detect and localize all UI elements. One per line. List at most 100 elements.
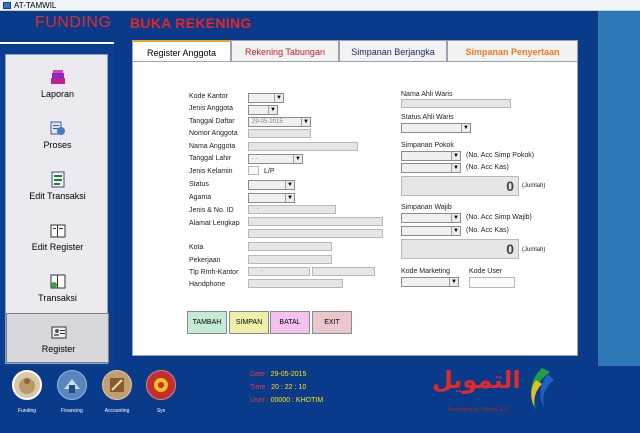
sidebar-item-label: Laporan <box>40 89 75 99</box>
sidebar-item-laporan[interactable]: Laporan <box>6 59 109 109</box>
tab-simpanan-penyertaan[interactable]: Simpanan Penyertaan <box>447 40 578 62</box>
jenis-anggota-select[interactable]: ▼ <box>248 105 278 115</box>
app-icon <box>3 2 11 9</box>
status-ahli-waris-select[interactable]: ▼ <box>401 123 471 133</box>
simpan-button[interactable]: SIMPAN <box>229 311 269 334</box>
label-simpanan-wajib: Simpanan Wajib <box>401 204 452 211</box>
chevron-down-icon: ▼ <box>461 124 470 132</box>
time-display: Time : 20 : 22 : 10 <box>250 384 307 391</box>
sidebar-header-title: FUNDING <box>35 14 112 31</box>
acc-kas-select-1[interactable]: ▼ <box>401 163 461 173</box>
tab-simpanan-berjangka[interactable]: Simpanan Berjangka <box>339 40 447 62</box>
jenis-kelamin-field[interactable] <box>248 166 259 175</box>
tlp-value: - <box>261 268 263 274</box>
handphone-field[interactable] <box>248 279 343 288</box>
sidebar-item-label: Edit Transaksi <box>29 191 86 201</box>
status-select[interactable]: ▼ <box>248 180 295 190</box>
agama-select[interactable]: ▼ <box>248 193 295 203</box>
label-simpanan-pokok: Simpanan Pokok <box>401 142 454 149</box>
funding-icon <box>19 378 35 394</box>
acc-simp-wajib-select[interactable]: ▼ <box>401 213 461 223</box>
date-value: 29-05-2015 <box>270 371 307 378</box>
tlp-rumah-field[interactable]: - <box>248 267 310 276</box>
label-status-ahli-waris: Status Ahli Waris <box>401 114 454 121</box>
process-icon <box>50 121 65 135</box>
acc-kas-select-2[interactable]: ▼ <box>401 226 461 236</box>
register-icon <box>51 326 67 339</box>
label-no-acc-simp-pokok: (No. Acc Simp Pokok) <box>466 152 535 159</box>
decorative-strip <box>598 11 640 366</box>
jumlah-wajib-field[interactable]: 0 <box>401 239 519 259</box>
acc-simp-pokok-select[interactable]: ▼ <box>401 151 461 161</box>
kode-marketing-select[interactable]: ▼ <box>401 277 459 287</box>
tamwil-logo: التمويل Developed by : Dhana S.N <box>430 364 555 416</box>
kota-field[interactable] <box>248 242 332 251</box>
tanggal-lahir-picker[interactable]: - - ▼ <box>248 154 303 164</box>
window-title: AT-TAMWIL <box>14 1 57 10</box>
label-alamat-lengkap: Alamat Lengkap <box>189 220 240 227</box>
batal-button[interactable]: BATAL <box>270 311 310 334</box>
chevron-down-icon: ▼ <box>451 227 460 235</box>
nama-anggota-field[interactable] <box>248 142 358 151</box>
chevron-down-icon: ▼ <box>268 106 277 114</box>
sidebar-item-label: Proses <box>43 140 72 150</box>
label-kode-marketing: Kode Marketing <box>401 268 451 275</box>
transaction-icon <box>50 274 66 289</box>
financing-module-button[interactable] <box>57 370 87 400</box>
sidebar-item-register[interactable]: Register <box>6 313 109 363</box>
chevron-down-icon: ▼ <box>293 155 302 163</box>
accounting-icon <box>110 378 124 392</box>
jenis-no-id-value: - <box>257 206 259 212</box>
nama-ahli-waris-field[interactable] <box>401 99 511 108</box>
edit-transaction-icon <box>51 171 65 188</box>
sidebar-item-edit-transaksi[interactable]: Edit Transaksi <box>6 161 109 211</box>
window-titlebar: AT-TAMWIL <box>0 0 640 11</box>
accounting-module-label: Accounting <box>104 408 130 414</box>
time-hours: 20 <box>271 384 279 391</box>
tab-rekening-tabungan[interactable]: Rekening Tabungan <box>231 40 339 62</box>
label-jumlah-1: (Jumlah) <box>522 183 546 189</box>
alamat-line-1[interactable] <box>248 217 383 226</box>
jumlah-pokok-field[interactable]: 0 <box>401 176 519 196</box>
user-label: User : <box>250 397 269 404</box>
user-value: 00000 : KHOTIM <box>270 397 324 404</box>
tlp-kantor-field[interactable] <box>312 267 375 276</box>
date-label: Date : <box>250 371 269 378</box>
label-kode-kantor: Kode Kantor <box>189 93 228 100</box>
sidebar-item-label: Transaksi <box>38 293 77 303</box>
sidebar-item-proses[interactable]: Proses <box>6 110 109 160</box>
sidebar-item-label: Edit Register <box>31 242 84 252</box>
jenis-kelamin-hint: L/P <box>264 168 275 175</box>
alamat-line-2[interactable] <box>248 229 383 238</box>
sidebar-item-transaksi[interactable]: Transaksi <box>6 263 109 313</box>
kode-kantor-select[interactable]: ▼ <box>248 93 284 103</box>
label-agama: Agama <box>189 194 212 201</box>
tanggal-daftar-picker[interactable]: 29-05-2015 ▼ <box>248 117 311 127</box>
funding-module-button[interactable] <box>12 370 42 400</box>
logo-text: التمويل <box>432 366 521 394</box>
sidebar-item-label: Register <box>41 344 76 354</box>
label-tanggal-lahir: Tanggal Lahir <box>189 155 232 162</box>
kode-user-field[interactable] <box>469 277 515 288</box>
label-kota: Kota <box>189 244 204 251</box>
exit-button[interactable]: EXIT <box>312 311 352 334</box>
tab-register-anggota[interactable]: Register Anggota <box>132 40 231 63</box>
time-seconds: 10 <box>298 384 307 391</box>
jenis-no-id-field[interactable]: - <box>248 205 336 214</box>
sys-module-button[interactable] <box>146 370 176 400</box>
sidebar-item-edit-register[interactable]: Edit Register <box>6 212 109 262</box>
chevron-down-icon: ▼ <box>451 152 460 160</box>
page-title: BUKA REKENING <box>130 15 252 31</box>
nomor-anggota-field[interactable] <box>248 129 311 138</box>
tanggal-daftar-value: 29-05-2015 <box>252 119 283 125</box>
sidebar-header: FUNDING <box>0 11 114 44</box>
chevron-down-icon: ▼ <box>449 278 458 286</box>
label-no-acc-kas-1: (No. Acc Kas) <box>466 164 509 171</box>
accounting-module-button[interactable] <box>102 370 132 400</box>
tambah-button[interactable]: TAMBAH <box>187 311 227 334</box>
financing-module-label: Financing <box>61 408 83 414</box>
label-tanggal-daftar: Tanggal Daftar <box>189 118 235 125</box>
logo-emblem-icon <box>531 368 554 410</box>
chevron-down-icon: ▼ <box>285 181 294 189</box>
pekerjaan-field[interactable] <box>248 255 332 264</box>
